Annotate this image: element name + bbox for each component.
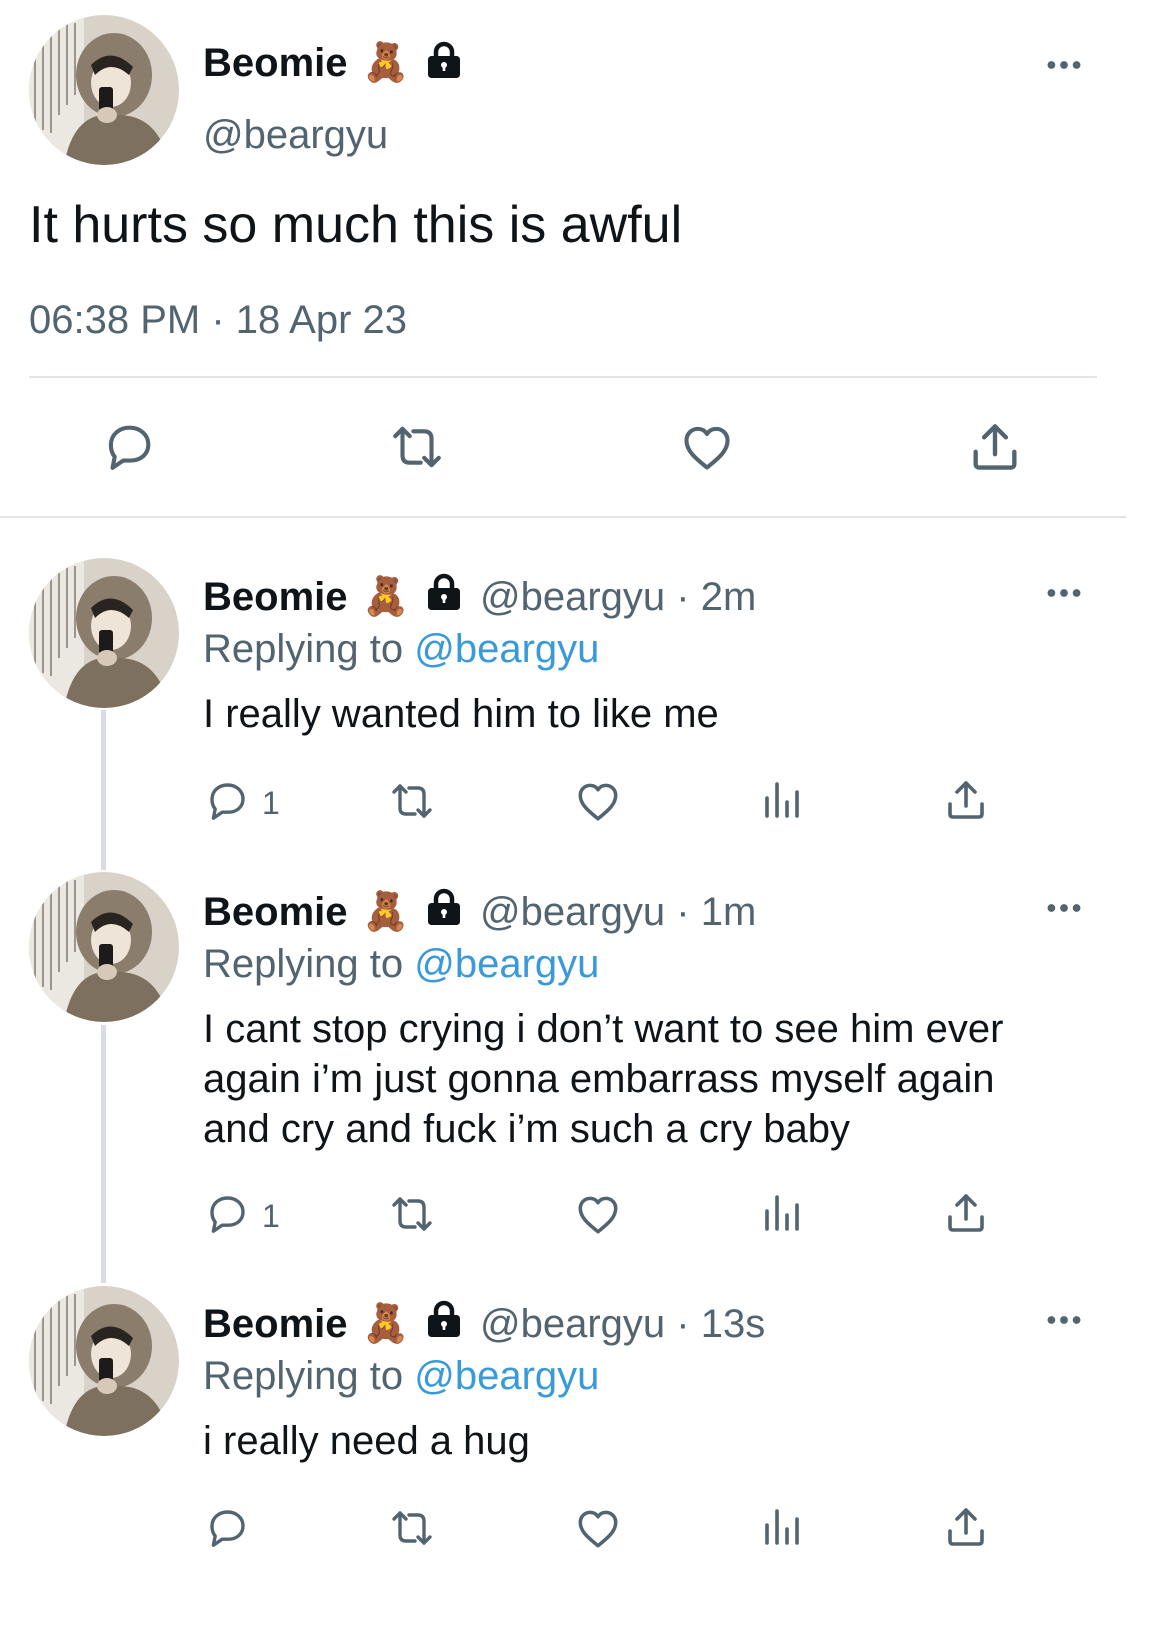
reply-text: I really wanted him to like me (203, 692, 719, 736)
avatar[interactable] (29, 872, 179, 1022)
author-handle-time[interactable]: @beargyu · 2m (480, 575, 756, 620)
like-icon[interactable] (678, 418, 736, 476)
author-name[interactable]: Beomie (203, 41, 348, 86)
author-handle[interactable]: @beargyu (203, 113, 388, 158)
reply-icon[interactable] (203, 1190, 251, 1238)
author-name[interactable]: Beomie (203, 890, 348, 935)
reply-count: 1 (262, 1198, 280, 1234)
reply-icon[interactable] (100, 418, 158, 476)
reply-text-line: and cry and fuck i’m such a cry baby (203, 1107, 850, 1151)
lock-icon (424, 1299, 464, 1339)
avatar[interactable] (29, 558, 179, 708)
teddy-bear-icon: 🧸 (362, 1303, 410, 1345)
lock-icon (424, 887, 464, 927)
avatar[interactable] (29, 1286, 179, 1436)
thread-line (101, 1025, 106, 1283)
reply-text-line: again i’m just gonna embarrass myself ag… (203, 1057, 995, 1101)
author-handle-time[interactable]: @beargyu · 13s (480, 1302, 765, 1347)
views-icon[interactable] (758, 1189, 806, 1237)
lock-icon (424, 40, 464, 80)
retweet-icon[interactable] (384, 418, 450, 476)
replying-label: Replying to (203, 942, 404, 986)
reply-count: 1 (262, 785, 280, 821)
tweet-text: It hurts so much this is awful (29, 196, 683, 254)
teddy-bear-icon: 🧸 (362, 891, 410, 933)
tweet-timestamp[interactable]: 06:38 PM · 18 Apr 23 (29, 298, 407, 343)
views-icon[interactable] (758, 1503, 806, 1551)
reply-text: i really need a hug (203, 1419, 530, 1463)
like-icon[interactable] (573, 776, 623, 826)
replying-to: Replying to @beargyu (203, 942, 599, 987)
share-icon[interactable] (942, 1189, 990, 1237)
reply-text-line: I cant stop crying i don’t want to see h… (203, 1007, 1004, 1051)
author-name[interactable]: Beomie (203, 575, 348, 620)
lock-icon (424, 572, 464, 612)
reply-text: I cant stop crying i don’t want to see h… (203, 1004, 1003, 1154)
author-handle-time[interactable]: @beargyu · 1m (480, 890, 756, 935)
like-icon[interactable] (573, 1189, 623, 1239)
retweet-icon[interactable] (384, 1504, 440, 1552)
teddy-bear-icon: 🧸 (362, 576, 410, 618)
replying-label: Replying to (203, 627, 404, 671)
mention-link[interactable]: @beargyu (414, 1354, 599, 1398)
more-icon[interactable] (1046, 586, 1082, 604)
more-icon[interactable] (1046, 58, 1082, 76)
views-icon[interactable] (758, 776, 806, 824)
replying-to: Replying to @beargyu (203, 627, 599, 672)
share-icon[interactable] (942, 1503, 990, 1551)
retweet-icon[interactable] (384, 1190, 440, 1238)
author-name[interactable]: Beomie (203, 1302, 348, 1347)
share-icon[interactable] (942, 776, 990, 824)
retweet-icon[interactable] (384, 777, 440, 825)
replying-label: Replying to (203, 1354, 404, 1398)
share-icon[interactable] (966, 418, 1024, 476)
teddy-bear-icon: 🧸 (362, 42, 410, 84)
more-icon[interactable] (1046, 1313, 1082, 1331)
divider (29, 376, 1097, 378)
replying-to: Replying to @beargyu (203, 1354, 599, 1399)
more-icon[interactable] (1046, 901, 1082, 919)
thread-line (101, 710, 106, 870)
avatar[interactable] (29, 15, 179, 165)
divider (0, 516, 1126, 518)
like-icon[interactable] (573, 1503, 623, 1553)
mention-link[interactable]: @beargyu (414, 942, 599, 986)
reply-icon[interactable] (203, 777, 251, 825)
mention-link[interactable]: @beargyu (414, 627, 599, 671)
reply-icon[interactable] (203, 1504, 251, 1552)
